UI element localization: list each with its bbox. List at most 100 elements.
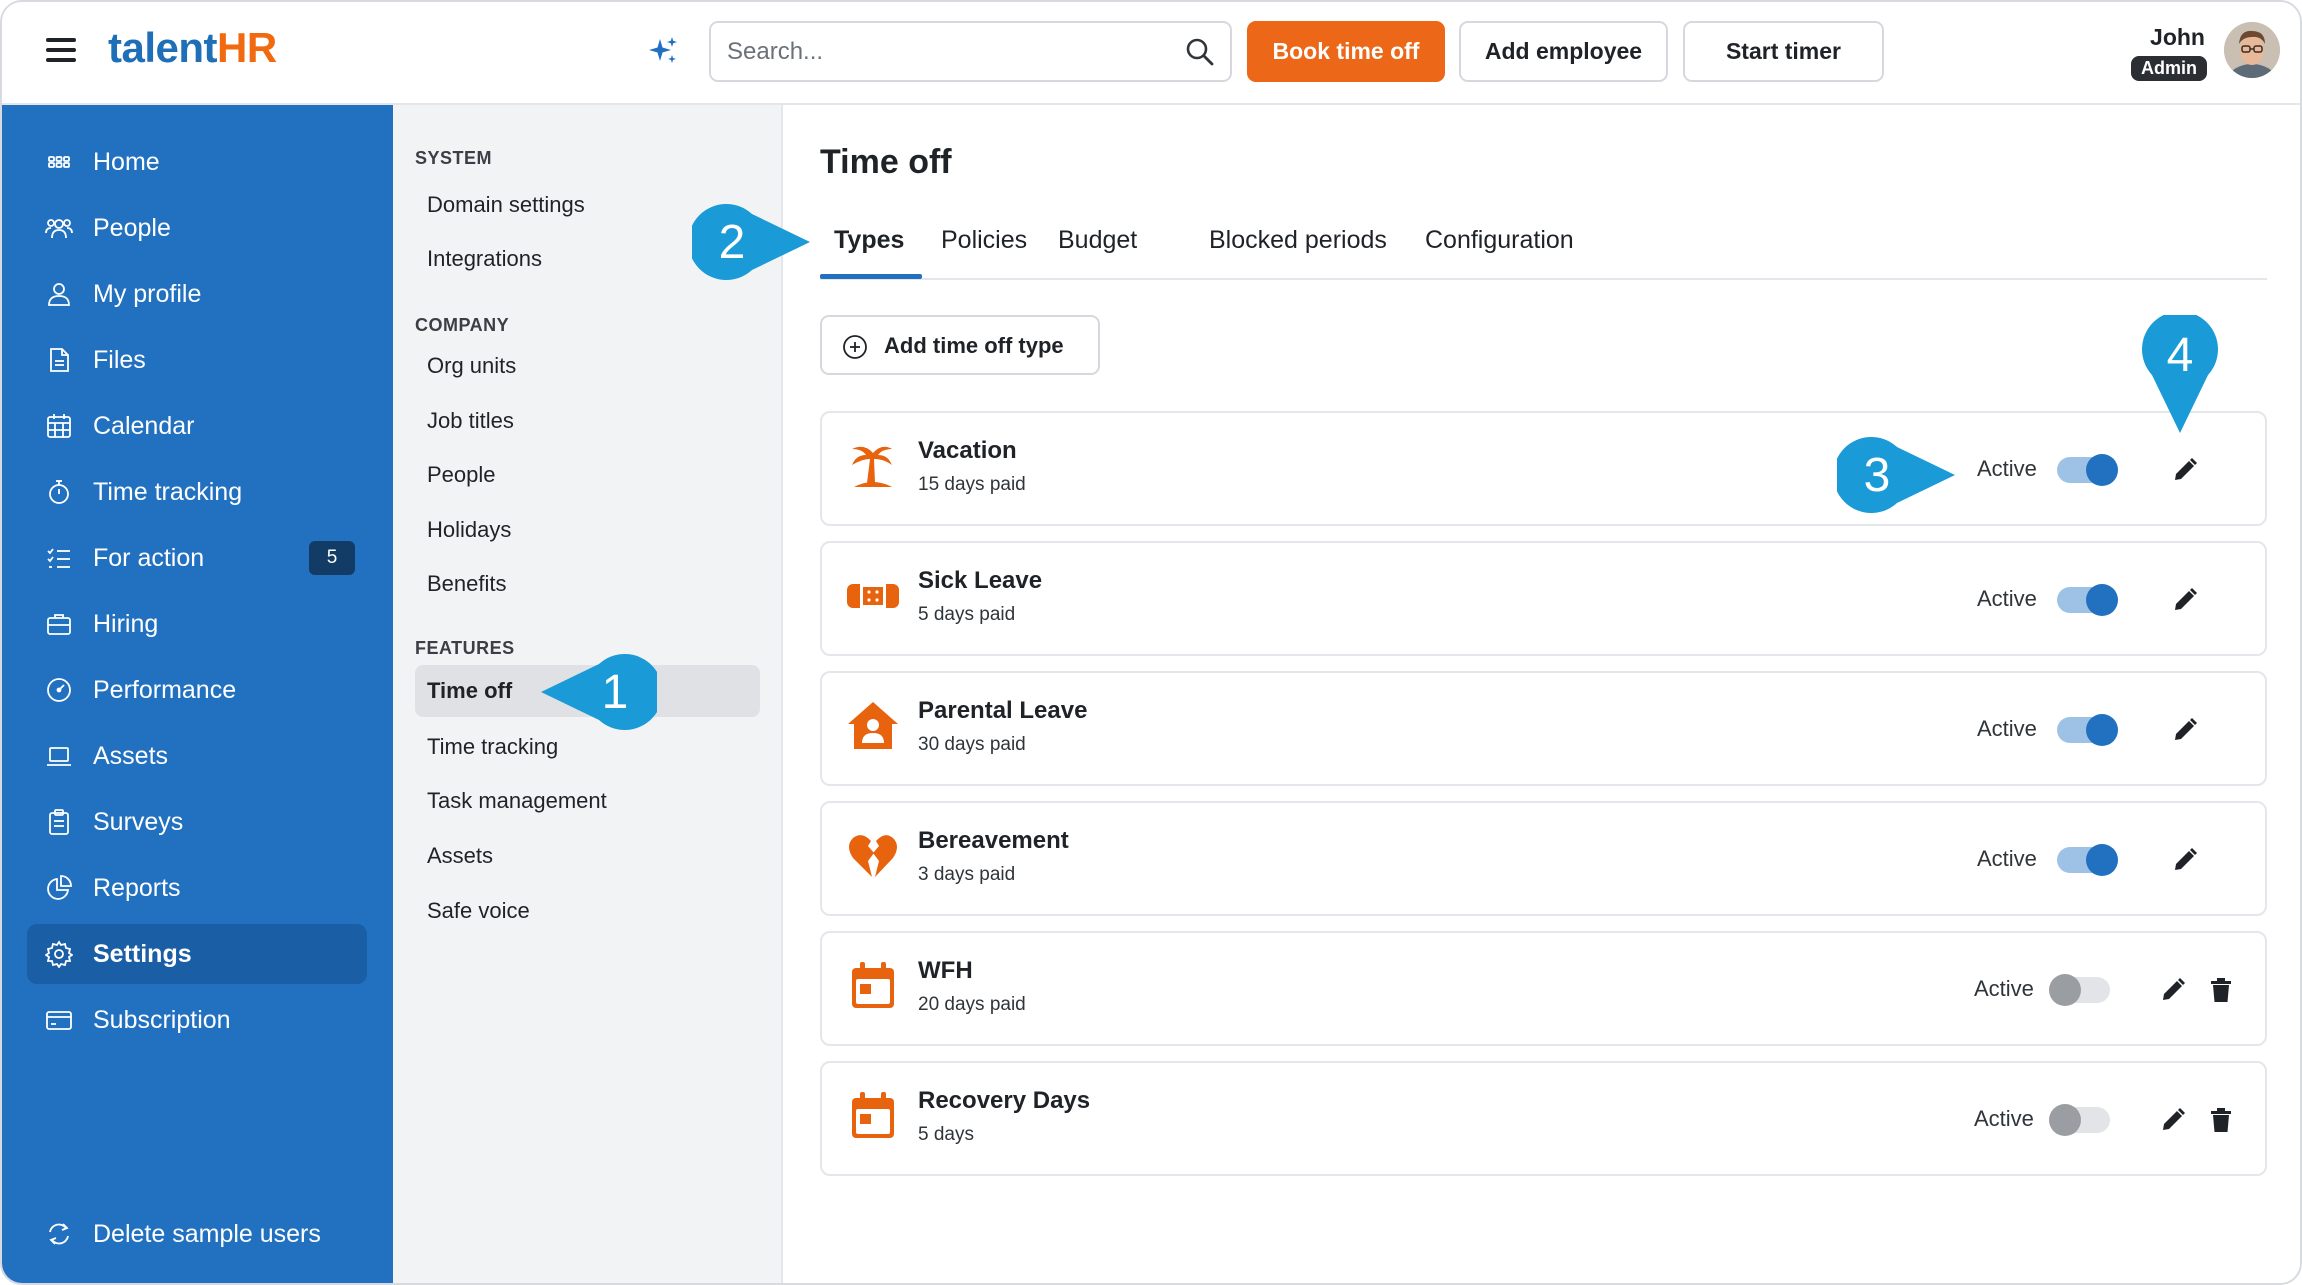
- stopwatch-icon: [49, 480, 69, 504]
- avatar[interactable]: [2224, 22, 2280, 78]
- submenu-item-job-titles[interactable]: Job titles: [415, 395, 760, 447]
- callout-marker-3: 3: [1837, 437, 1955, 513]
- sidebar-item-subscription[interactable]: Subscription: [27, 990, 367, 1050]
- active-toggle[interactable]: [2049, 1104, 2110, 1136]
- start-timer-button[interactable]: Start timer: [1683, 21, 1884, 82]
- calendar-icon: [852, 1092, 894, 1138]
- sidebar-item-label: Surveys: [93, 807, 184, 836]
- main-content: Time off Types Policies Budget Blocked p…: [783, 105, 2300, 1283]
- clipboard-icon: [49, 809, 69, 835]
- app-window: talentHR Book time off Add employee Star…: [0, 0, 2302, 1285]
- sidebar-item-settings[interactable]: Settings: [27, 924, 367, 984]
- checklist-icon: [47, 548, 70, 568]
- sidebar-item-label: Assets: [93, 741, 169, 770]
- search-icon[interactable]: [1184, 36, 1216, 68]
- menu-icon[interactable]: [46, 38, 76, 62]
- sidebar-item-time-tracking[interactable]: Time tracking: [27, 462, 367, 522]
- time-off-type-card: Sick Leave 5 days paid Active: [820, 541, 2267, 656]
- active-toggle[interactable]: [2057, 844, 2118, 876]
- palm-tree-icon: [852, 446, 892, 487]
- active-toggle[interactable]: [2049, 974, 2110, 1006]
- sidebar-item-hiring[interactable]: Hiring: [27, 594, 367, 654]
- logo[interactable]: talentHR: [108, 24, 277, 72]
- edit-pencil-icon[interactable]: [2170, 845, 2200, 875]
- ai-sparkle-icon[interactable]: [647, 35, 679, 67]
- time-off-type-card: WFH 20 days paid Active: [820, 931, 2267, 1046]
- tab-blocked-periods[interactable]: Blocked periods: [1209, 226, 1387, 255]
- status-label: Active: [1977, 716, 2037, 741]
- sidebar-item-label: Home: [93, 147, 160, 176]
- status-label: Active: [1977, 586, 2037, 611]
- broken-heart-icon: [849, 835, 897, 877]
- edit-pencil-icon[interactable]: [2158, 1105, 2188, 1135]
- sidebar-item-home[interactable]: Home: [27, 132, 367, 192]
- sidebar-item-label: People: [93, 213, 171, 242]
- status-label: Active: [1974, 976, 2034, 1001]
- sidebar-item-performance[interactable]: Performance: [27, 660, 367, 720]
- sidebar-item-surveys[interactable]: Surveys: [27, 792, 367, 852]
- callout-marker-4: 4: [2142, 315, 2218, 433]
- search-input[interactable]: [727, 35, 1167, 69]
- tab-policies[interactable]: Policies: [941, 226, 1027, 255]
- submenu-item-holidays[interactable]: Holidays: [415, 504, 760, 556]
- page-title: Time off: [820, 143, 952, 181]
- trash-icon[interactable]: [2206, 975, 2236, 1005]
- sidebar-item-label: Files: [93, 345, 146, 374]
- submenu-item-safe-voice[interactable]: Safe voice: [415, 885, 760, 937]
- status-label: Active: [1977, 456, 2037, 481]
- user-name[interactable]: John: [2150, 24, 2205, 51]
- sidebar-item-people[interactable]: People: [27, 198, 367, 258]
- refresh-icon: [49, 1223, 69, 1245]
- callout-marker-1: 1: [541, 654, 657, 730]
- time-off-type-card: Recovery Days 5 days Active: [820, 1061, 2267, 1176]
- sidebar-item-assets[interactable]: Assets: [27, 726, 367, 786]
- add-time-off-type-button[interactable]: Add time off type: [820, 315, 1100, 375]
- user-role-badge: Admin: [2131, 56, 2207, 81]
- plus-circle-icon: [843, 335, 867, 359]
- sidebar-item-label: My profile: [93, 279, 202, 308]
- active-toggle[interactable]: [2057, 714, 2118, 746]
- submenu-item-benefits[interactable]: Benefits: [415, 558, 760, 610]
- grid-icon: [48, 156, 70, 168]
- calendar-icon: [47, 414, 71, 438]
- sidebar-item-label: Settings: [93, 939, 192, 968]
- svg-text:3: 3: [1864, 449, 1891, 502]
- active-tab-indicator: [820, 274, 922, 279]
- active-toggle[interactable]: [2057, 454, 2118, 486]
- submenu-item-people[interactable]: People: [415, 449, 760, 501]
- time-off-type-card: Parental Leave 30 days paid Active: [820, 671, 2267, 786]
- count-badge: 5: [309, 541, 355, 575]
- credit-card-icon: [46, 1011, 72, 1030]
- sidebar-item-reports[interactable]: Reports: [27, 858, 367, 918]
- sidebar-item-label: Hiring: [93, 609, 159, 638]
- delete-sample-users-button[interactable]: Delete sample users: [27, 1204, 367, 1264]
- sidebar-item-files[interactable]: Files: [27, 330, 367, 390]
- edit-pencil-icon[interactable]: [2158, 975, 2188, 1005]
- add-employee-button[interactable]: Add employee: [1459, 21, 1668, 82]
- edit-pencil-icon[interactable]: [2170, 455, 2200, 485]
- sidebar-item-for-action[interactable]: For action 5: [27, 528, 367, 588]
- tab-budget[interactable]: Budget: [1058, 226, 1137, 255]
- trash-icon[interactable]: [2206, 1105, 2236, 1135]
- submenu-item-assets[interactable]: Assets: [415, 830, 760, 882]
- user-icon: [48, 283, 70, 306]
- sidebar-item-my-profile[interactable]: My profile: [27, 264, 367, 324]
- edit-pencil-icon[interactable]: [2170, 715, 2200, 745]
- book-time-off-button[interactable]: Book time off: [1247, 21, 1445, 82]
- submenu-item-org-units[interactable]: Org units: [415, 340, 760, 392]
- people-icon: [45, 219, 73, 239]
- svg-text:4: 4: [2167, 329, 2194, 382]
- house-parent-icon: [848, 702, 898, 749]
- sidebar-item-calendar[interactable]: Calendar: [27, 396, 367, 456]
- tab-configuration[interactable]: Configuration: [1425, 226, 1574, 255]
- status-label: Active: [1974, 1106, 2034, 1131]
- tab-types[interactable]: Types: [834, 226, 904, 255]
- submenu-item-task-management[interactable]: Task management: [415, 775, 760, 827]
- callout-marker-2: 2: [692, 204, 810, 280]
- status-label: Active: [1977, 846, 2037, 871]
- edit-pencil-icon[interactable]: [2170, 585, 2200, 615]
- active-toggle[interactable]: [2057, 584, 2118, 616]
- bandage-icon: [847, 584, 899, 608]
- search-box: [709, 21, 1232, 82]
- laptop-icon: [47, 747, 71, 766]
